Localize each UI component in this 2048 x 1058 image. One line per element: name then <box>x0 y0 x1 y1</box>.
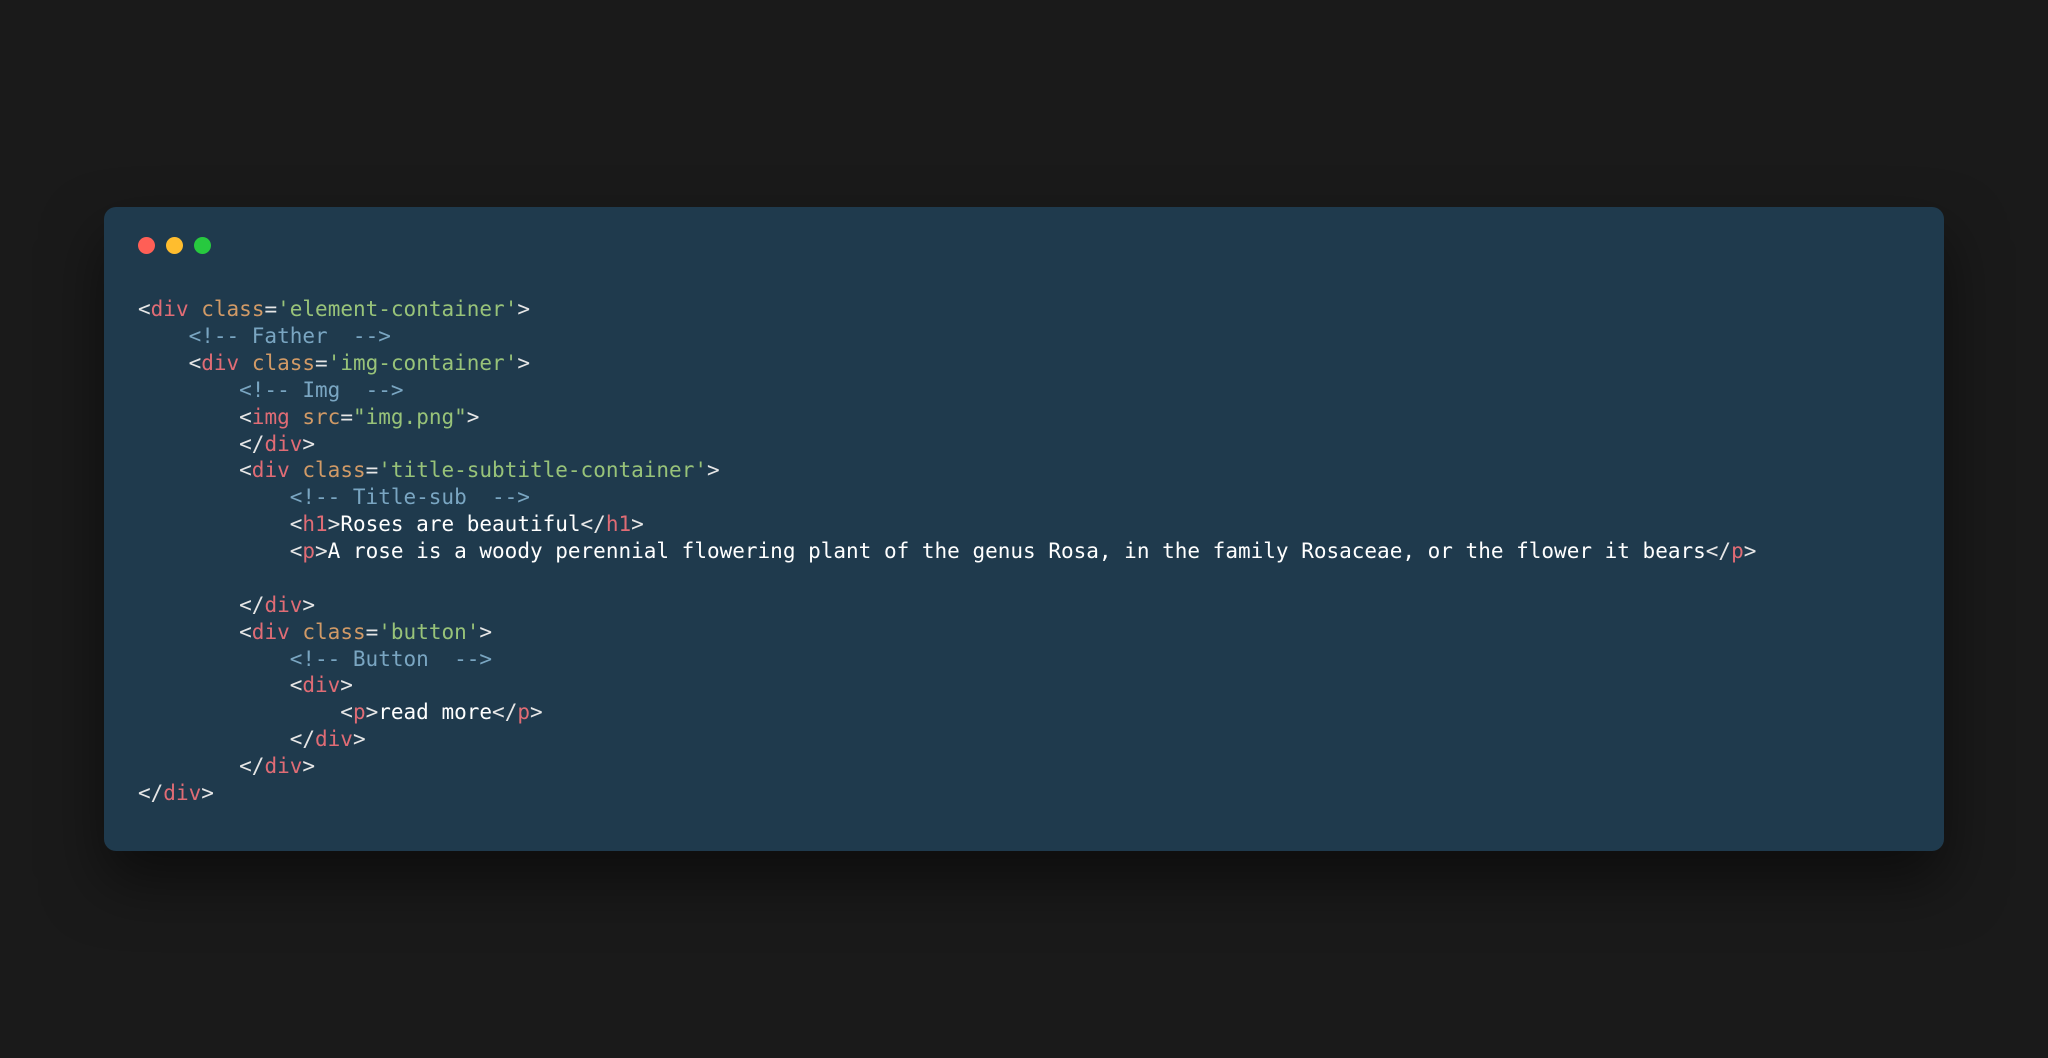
window-titlebar <box>138 237 1910 254</box>
code-line-6: </div> <box>138 431 315 458</box>
code-line-4: <!-- Img --> <box>138 377 404 404</box>
code-line-10: <p>A rose is a woody perennial flowering… <box>138 538 1910 565</box>
maximize-icon[interactable] <box>194 237 211 254</box>
code-line-11: </div> <box>138 592 315 619</box>
code-line-14: <div> <box>138 672 353 699</box>
code-line-13: <!-- Button --> <box>138 646 492 673</box>
code-line-12: <div class='button'> <box>138 619 492 646</box>
code-line-17: </div> <box>138 753 315 780</box>
code-line-5: <img src="img.png"> <box>138 404 479 431</box>
code-line-16: </div> <box>138 726 366 753</box>
code-block: <div class='element-container'> <!-- Fat… <box>138 296 1910 807</box>
code-line-18: </div> <box>138 781 214 805</box>
code-line-2: <!-- Father --> <box>138 323 391 350</box>
code-line-8: <!-- Title-sub --> <box>138 484 530 511</box>
code-window: <div class='element-container'> <!-- Fat… <box>104 207 1944 851</box>
minimize-icon[interactable] <box>166 237 183 254</box>
code-line-3: <div class='img-container'> <box>138 350 530 377</box>
code-line-15: <p>read more</p> <box>138 699 543 726</box>
code-line-7: <div class='title-subtitle-container'> <box>138 457 720 484</box>
code-line-1: <div class='element-container'> <box>138 297 530 321</box>
code-line-9: <h1>Roses are beautiful</h1> <box>138 511 644 538</box>
close-icon[interactable] <box>138 237 155 254</box>
